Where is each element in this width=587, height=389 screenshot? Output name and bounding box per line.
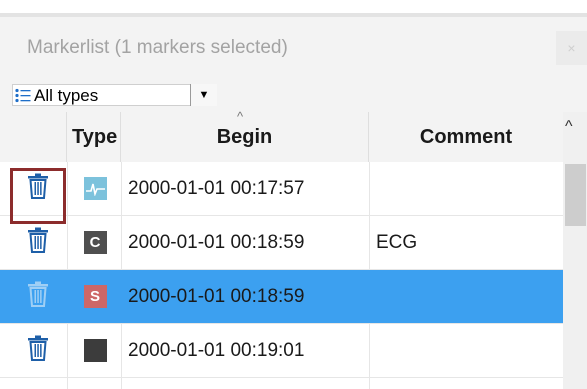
- table-row[interactable]: C 2000-01-01 00:18:59 ECG: [0, 216, 563, 270]
- sort-ascending-icon: ^: [237, 109, 244, 124]
- column-header-comment[interactable]: Comment: [369, 112, 563, 162]
- column-header-begin[interactable]: Begin: [121, 112, 369, 162]
- badge-letter: C: [89, 234, 101, 251]
- column-header-type[interactable]: Type: [67, 112, 121, 162]
- type-header-label: Type: [72, 125, 118, 148]
- c-badge-icon: C: [83, 231, 107, 254]
- marker-type-cell: [76, 324, 114, 377]
- comment-cell[interactable]: ECG: [376, 216, 417, 269]
- table-row[interactable]: 2000-01-01 00:19:01: [0, 324, 563, 378]
- marker-table: Type Begin Comment ^ 2000-01-01 00:17:57…: [0, 109, 563, 389]
- begin-cell: 2000-01-01 00:17:57: [128, 177, 305, 199]
- marker-type-filter[interactable]: All types ▼: [12, 84, 217, 106]
- list-icon: [15, 88, 31, 103]
- delete-marker-button[interactable]: [14, 324, 62, 377]
- trash-icon: [27, 227, 49, 258]
- filter-value: All types: [34, 86, 99, 105]
- panel-header: Markerlist (1 markers selected) ×: [0, 17, 587, 78]
- close-button[interactable]: ×: [556, 31, 587, 65]
- badge-letter: S: [89, 288, 100, 305]
- begin-header-label: Begin: [216, 125, 273, 148]
- column-header-delete: [0, 112, 67, 162]
- highlight-box: [10, 168, 66, 224]
- scroll-up-icon[interactable]: ^: [565, 118, 573, 136]
- table-row[interactable]: 2000-01-01 00:17:57: [0, 162, 563, 216]
- marker-type-cell: S: [76, 270, 114, 323]
- delete-marker-button[interactable]: [14, 270, 62, 323]
- dark-square-icon: [83, 339, 107, 362]
- toolbar: All types ▼: [0, 78, 587, 112]
- chevron-down-icon: ▼: [198, 89, 210, 101]
- panel-title: Markerlist (1 markers selected): [27, 37, 288, 58]
- vertical-scrollbar[interactable]: ^: [563, 112, 587, 389]
- comment-header-label: Comment: [419, 125, 513, 148]
- dropdown-button[interactable]: ▼: [190, 84, 217, 106]
- begin-cell: 2000-01-01 00:19:01: [128, 339, 305, 361]
- scrollbar-thumb[interactable]: [565, 164, 586, 226]
- marker-type-cell: [76, 162, 114, 215]
- trash-icon: [27, 281, 49, 312]
- begin-cell: 2000-01-01 00:18:59: [128, 231, 305, 253]
- begin-cell: 2000-01-01 00:18:59: [128, 285, 305, 307]
- s-badge-icon: S: [83, 285, 107, 308]
- ecg-waveform-icon: [83, 177, 107, 200]
- marker-type-cell: C: [76, 216, 114, 269]
- trash-icon: [27, 335, 49, 366]
- table-row[interactable]: S 2000-01-01 00:18:59: [0, 270, 563, 324]
